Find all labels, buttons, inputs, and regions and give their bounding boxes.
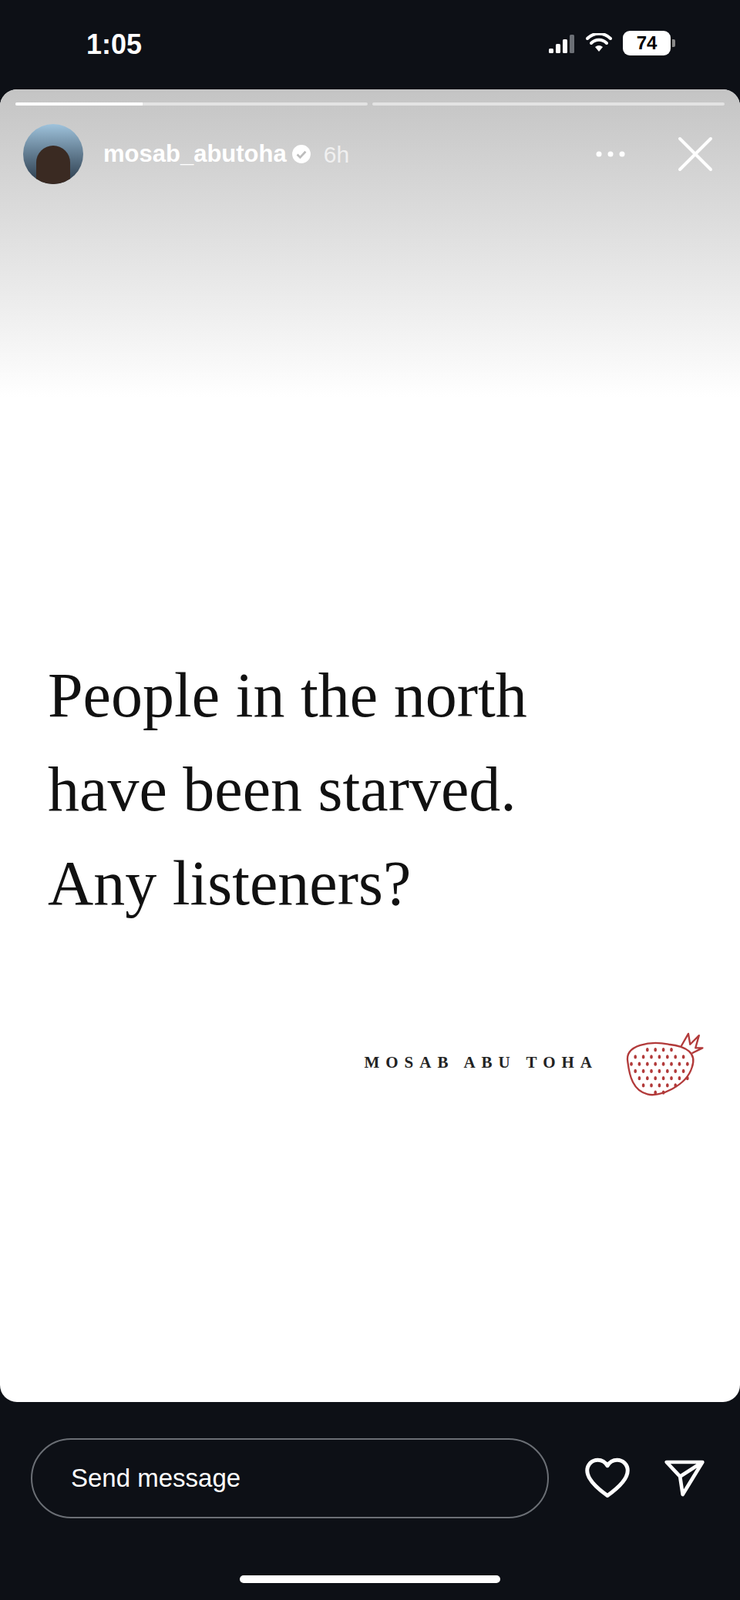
signature: MOSAB ABU TOHA [0,1023,740,1104]
text-line: have been starved. [47,743,693,838]
verified-icon [291,144,312,165]
post-time: 6h [323,137,350,172]
story-card[interactable]: mosab_abutoha 6h People in the northhave b… [0,89,740,1403]
wifi-icon [585,33,613,54]
more-icon[interactable] [595,150,626,159]
avatar[interactable] [23,124,84,185]
home-indicator [239,1576,501,1585]
text-line: Any listeners? [47,837,693,932]
text-line: People in the north [47,649,693,744]
send-icon[interactable] [662,1459,707,1500]
story-screen: 1:05 74 mosab_abutoha 6h People in the north… [0,0,740,1600]
username[interactable]: mosab_abutoha [103,136,287,173]
signal-icon [548,33,576,54]
progress-bar [372,102,725,106]
strawberry-icon [613,1023,707,1104]
message-input[interactable]: Send message [30,1439,549,1520]
clock: 1:05 [86,30,142,59]
progress-bars [0,89,740,106]
status-bar: 1:05 74 [0,0,740,90]
story-header: mosab_abutoha 6h [0,105,740,185]
progress-bar [15,102,368,106]
reply-bar: Send message [0,1402,740,1600]
heart-icon[interactable] [584,1457,631,1501]
close-icon[interactable] [676,135,714,173]
status-icons: 74 [548,30,676,56]
story-text: People in the northhave been starved.Any… [0,184,740,932]
battery: 74 [622,30,676,56]
